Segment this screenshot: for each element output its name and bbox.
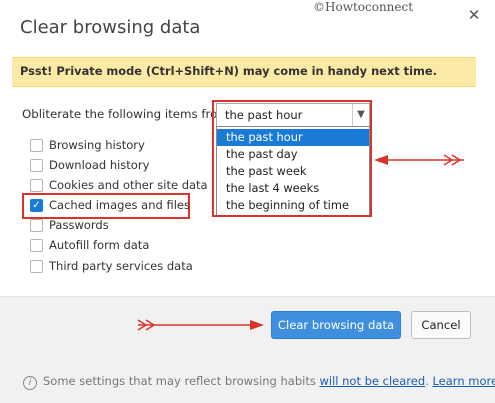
watermark: ©Howtoconnect: [313, 0, 414, 14]
banner-text: Psst! Private mode (Ctrl+Shift+N) may co…: [20, 64, 437, 78]
checkbox[interactable]: [30, 159, 43, 172]
annotation-box-dropdown: [212, 100, 372, 217]
clear-browsing-data-button[interactable]: Clear browsing data: [271, 311, 401, 339]
clear-browsing-data-dialog: Clear browsing data ©Howtoconnect ✕ Psst…: [0, 0, 495, 403]
checkbox[interactable]: [30, 179, 43, 192]
checkmark-icon[interactable]: ✓: [30, 199, 43, 212]
checkbox[interactable]: [30, 260, 43, 273]
checkbox[interactable]: [30, 139, 43, 152]
annotation-arrow-right-icon: [137, 319, 264, 331]
footer-info: i Some settings that may reflect browsing…: [23, 374, 495, 390]
checkbox[interactable]: [30, 239, 43, 252]
info-icon: i: [23, 376, 37, 390]
annotation-arrow-left-icon: [374, 154, 464, 166]
private-mode-banner: Psst! Private mode (Ctrl+Shift+N) may co…: [12, 57, 476, 87]
learn-more-link[interactable]: Learn more: [432, 374, 495, 388]
footer-text: Some settings that may reflect browsing …: [43, 374, 320, 388]
close-icon[interactable]: ✕: [464, 5, 484, 25]
dialog-title: Clear browsing data: [20, 17, 201, 38]
cancel-button[interactable]: Cancel: [411, 311, 471, 339]
checkbox[interactable]: [30, 219, 43, 232]
obliterate-label: Obliterate the following items from:: [22, 107, 233, 121]
will-not-be-cleared-link[interactable]: will not be cleared: [320, 374, 426, 388]
